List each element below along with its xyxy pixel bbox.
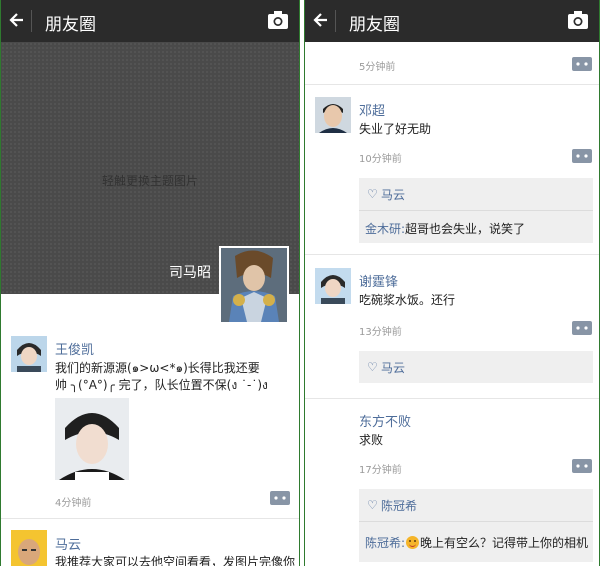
comments-box: 金木研:超哥也会失业，说笑了 xyxy=(359,210,593,243)
camera-icon[interactable] xyxy=(567,10,589,30)
owner-name: 司马昭 xyxy=(169,265,211,281)
post-divider xyxy=(305,254,599,255)
post-time: 13分钟前 xyxy=(359,327,402,338)
avatar[interactable] xyxy=(11,336,47,372)
user-photo xyxy=(11,530,47,566)
smiley-emoji-icon xyxy=(406,536,420,549)
back-arrow-icon[interactable] xyxy=(7,8,27,32)
post-text: 求败 xyxy=(359,433,384,447)
avatar[interactable] xyxy=(11,530,47,566)
right-screen: 朋友圈 5分钟前 邓超 失业了好无助 10分钟前 ♡ 马云 金木研:超哥也会失业… xyxy=(304,0,600,566)
post-author[interactable]: 东方不败 xyxy=(359,411,411,430)
avatar[interactable] xyxy=(315,268,351,304)
comment-bubble-icon[interactable] xyxy=(571,320,593,336)
likes-box: ♡ 马云 xyxy=(359,178,593,210)
top-bar: 朋友圈 xyxy=(1,0,299,42)
page-title: 朋友圈 xyxy=(45,15,96,35)
top-bar: 朋友圈 xyxy=(305,0,599,42)
post-text: 失业了好无助 xyxy=(359,122,432,136)
comment-author[interactable]: 陈冠希: xyxy=(365,536,405,550)
user-photo xyxy=(315,268,351,304)
cover-hint: 轻触更换主题图片 xyxy=(101,174,198,188)
avatar[interactable] xyxy=(315,97,351,133)
camera-icon[interactable] xyxy=(267,10,289,30)
user-photo xyxy=(11,336,47,372)
comment-item[interactable]: 金木研:超哥也会失业，说笑了 xyxy=(365,220,525,237)
heart-icon: ♡ xyxy=(367,360,378,374)
title-separator xyxy=(31,10,32,32)
title-separator xyxy=(335,10,336,32)
post-text: 吃碗浆水饭。还行 xyxy=(359,293,456,307)
post-author[interactable]: 王俊凯 xyxy=(55,339,94,358)
back-arrow-icon[interactable] xyxy=(311,8,331,32)
like-name[interactable]: 马云 xyxy=(381,186,405,203)
comment-item[interactable]: 陈冠希: 晚上有空么？记得带上你的相机 xyxy=(365,534,588,551)
comment-author[interactable]: 金木研: xyxy=(365,222,405,236)
post-time: 17分钟前 xyxy=(359,465,402,476)
post-time: 10分钟前 xyxy=(359,154,402,165)
post-divider xyxy=(1,518,299,519)
heart-icon: ♡ xyxy=(367,498,378,512)
likes-box: ♡ 陈冠希 xyxy=(359,489,593,521)
comment-bubble-icon[interactable] xyxy=(269,490,291,506)
like-name[interactable]: 陈冠希 xyxy=(381,497,417,514)
user-photo xyxy=(315,97,351,133)
comment-text: 超哥也会失业，说笑了 xyxy=(405,222,526,236)
post-time: 5分钟前 xyxy=(359,62,396,73)
comment-bubble-icon[interactable] xyxy=(571,148,593,164)
left-screen: 朋友圈 轻触更换主题图片 司马昭 王俊凯 我们的新源源(๑>ω<*๑)长得比我还… xyxy=(0,0,300,566)
post-divider xyxy=(305,84,599,85)
post-text: 我推荐大家可以去他空间看看，发图片完像你 xyxy=(55,555,296,566)
post-author[interactable]: 谢霆锋 xyxy=(359,271,398,290)
comment-bubble-icon[interactable] xyxy=(571,458,593,474)
post-text-line1: 我们的新源源(๑>ω<*๑)长得比我还要 xyxy=(55,361,260,375)
post-text-line2: 帅 ╮(°A°)╭ 完了，队长位置不保(ง ˙-˙)ง xyxy=(55,378,268,392)
post-time: 4分钟前 xyxy=(55,498,92,509)
post-photo[interactable] xyxy=(55,398,129,480)
warrior-avatar-image xyxy=(221,248,287,322)
post-author[interactable]: 马云 xyxy=(55,534,81,553)
post-divider xyxy=(305,398,599,399)
heart-icon: ♡ xyxy=(367,187,378,201)
likes-box: ♡ 马云 xyxy=(359,351,593,383)
owner-avatar[interactable] xyxy=(219,246,289,324)
post-author[interactable]: 邓超 xyxy=(359,100,385,119)
page-title: 朋友圈 xyxy=(349,15,400,35)
comment-bubble-icon[interactable] xyxy=(571,56,593,72)
like-name[interactable]: 马云 xyxy=(381,359,405,376)
comments-box: 陈冠希: 晚上有空么？记得带上你的相机 xyxy=(359,521,593,562)
comment-text: 晚上有空么？记得带上你的相机 xyxy=(420,536,589,550)
post-image xyxy=(55,398,129,480)
